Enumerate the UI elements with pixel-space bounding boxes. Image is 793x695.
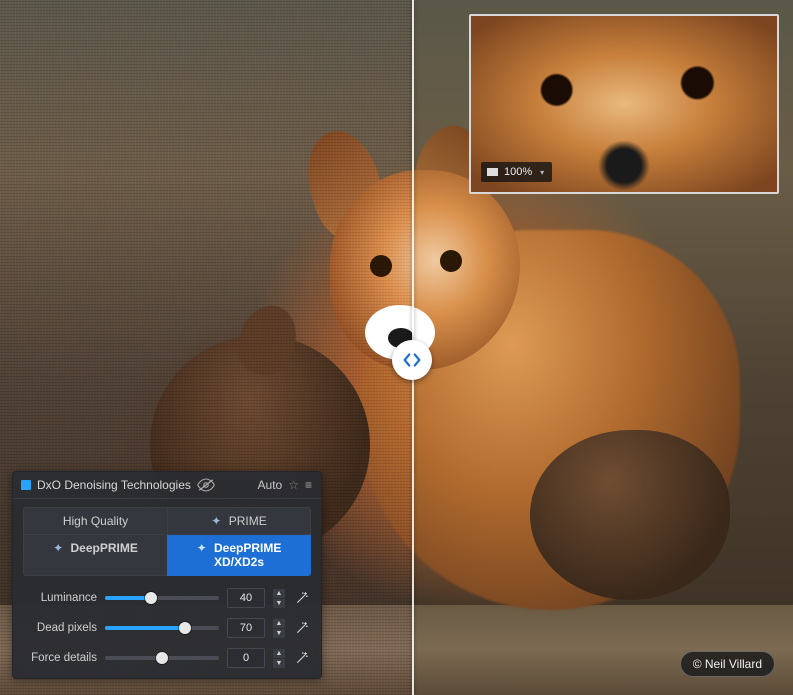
chevron-down-icon: ▾: [540, 168, 544, 177]
photo-credit-text: © Neil Villard: [693, 657, 762, 671]
fox-kit: [530, 430, 730, 600]
tab-label: DeepPRIME: [71, 541, 138, 555]
force-details-label: Force details: [23, 652, 97, 664]
magic-wand-icon: [295, 651, 309, 665]
auto-button[interactable]: Auto: [258, 478, 283, 492]
zoom-preview: 100% ▾: [469, 14, 779, 194]
step-down-icon[interactable]: ▼: [273, 629, 285, 638]
sparkle-icon: ✦: [53, 541, 63, 555]
sparkle-icon: ✦: [197, 541, 207, 555]
denoising-panel: DxO Denoising Technologies Auto ☆ ≡ High…: [12, 471, 322, 679]
step-down-icon[interactable]: ▼: [273, 659, 285, 668]
preview-visibility-icon[interactable]: [197, 478, 215, 492]
panel-title: DxO Denoising Technologies: [37, 478, 191, 492]
dead-pixels-value[interactable]: 70: [227, 618, 265, 638]
panel-header: DxO Denoising Technologies Auto ☆ ≡: [13, 472, 321, 499]
step-up-icon[interactable]: ▲: [273, 619, 285, 628]
force-details-value[interactable]: 0: [227, 648, 265, 668]
dead-pixels-auto-wand[interactable]: [293, 619, 311, 637]
force-details-row: Force details 0 ▲ ▼: [23, 648, 311, 668]
fit-icon: [487, 168, 498, 176]
slider-group: Luminance 40 ▲ ▼ Dead pixels: [23, 588, 311, 668]
luminance-label: Luminance: [23, 592, 97, 604]
tab-label: DeepPRIME XD/XD2s: [214, 541, 281, 569]
denoise-mode-tabs: High Quality ✦ PRIME ✦ DeepPRIME ✦ DeepP…: [23, 507, 311, 576]
step-down-icon[interactable]: ▼: [273, 599, 285, 608]
fox-eye: [440, 250, 462, 272]
tab-label: High Quality: [63, 514, 128, 528]
compare-arrows-icon: [401, 349, 423, 371]
force-details-stepper[interactable]: ▲ ▼: [273, 649, 285, 668]
dead-pixels-stepper[interactable]: ▲ ▼: [273, 619, 285, 638]
zoom-level-label: 100%: [504, 166, 532, 178]
force-details-auto-wand[interactable]: [293, 649, 311, 667]
luminance-row: Luminance 40 ▲ ▼: [23, 588, 311, 608]
tab-label: PRIME: [229, 514, 267, 528]
force-details-slider[interactable]: [105, 651, 219, 665]
luminance-auto-wand[interactable]: [293, 589, 311, 607]
tab-high-quality[interactable]: High Quality: [23, 507, 167, 535]
tab-prime[interactable]: ✦ PRIME: [167, 507, 311, 535]
panel-menu-icon[interactable]: ≡: [305, 478, 313, 492]
sparkle-icon: ✦: [211, 514, 221, 528]
luminance-value[interactable]: 40: [227, 588, 265, 608]
fox-eye: [370, 255, 392, 277]
panel-enabled-indicator[interactable]: [21, 480, 31, 490]
magic-wand-icon: [295, 621, 309, 635]
tab-deepprime-xd[interactable]: ✦ DeepPRIME XD/XD2s: [167, 535, 311, 576]
step-up-icon[interactable]: ▲: [273, 649, 285, 658]
dead-pixels-label: Dead pixels: [23, 622, 97, 634]
luminance-stepper[interactable]: ▲ ▼: [273, 589, 285, 608]
magic-wand-icon: [295, 591, 309, 605]
zoom-level-selector[interactable]: 100% ▾: [481, 162, 552, 182]
favorite-toggle[interactable]: ☆: [288, 478, 299, 492]
step-up-icon[interactable]: ▲: [273, 589, 285, 598]
tab-deepprime[interactable]: ✦ DeepPRIME: [23, 535, 167, 576]
dead-pixels-row: Dead pixels 70 ▲ ▼: [23, 618, 311, 638]
luminance-slider[interactable]: [105, 591, 219, 605]
photo-credit: © Neil Villard: [680, 651, 775, 677]
dead-pixels-slider[interactable]: [105, 621, 219, 635]
